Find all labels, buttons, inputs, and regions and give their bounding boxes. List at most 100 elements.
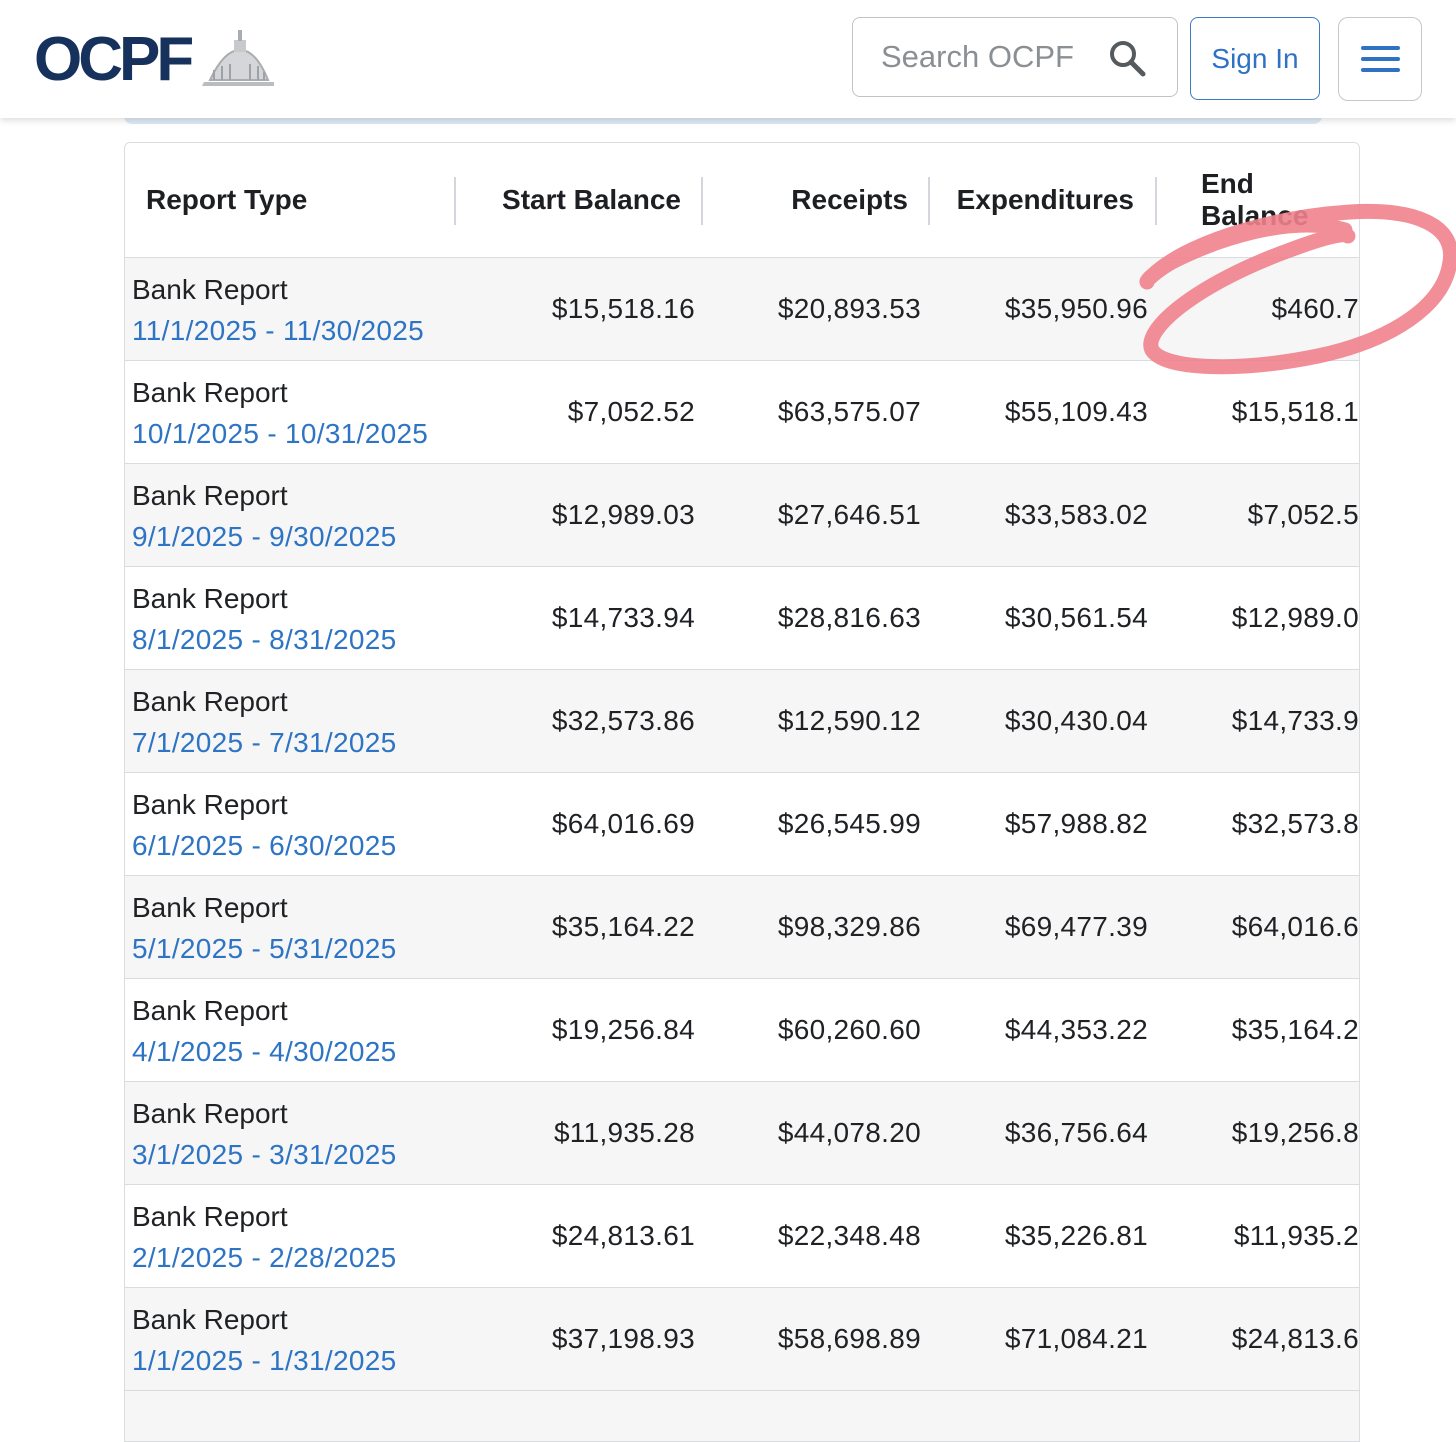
end-balance-cell: $14,733.9 — [1231, 705, 1359, 736]
search-box[interactable] — [852, 17, 1178, 97]
report-period-link[interactable]: 3/1/2025 - 3/31/2025 — [132, 1134, 396, 1175]
end-balance-cell: $12,989.0 — [1231, 602, 1359, 633]
receipts-cell: $44,078.20 — [777, 1117, 921, 1148]
report-type-label: Bank Report — [132, 789, 288, 820]
bank-reports-table: Report Type Start Balance Receipts Expen… — [124, 142, 1360, 1442]
start-balance-cell: $64,016.69 — [551, 808, 695, 839]
expenditures-cell: $57,988.82 — [1004, 808, 1148, 839]
report-type-cell: Bank Report 5/1/2025 - 5/31/2025 — [132, 887, 396, 969]
table-row: Bank Report 11/1/2025 - 11/30/2025 $15,518… — [125, 258, 1359, 361]
column-header-end-balance[interactable]: End Balance — [1201, 143, 1359, 256]
end-balance-cell: $7,052.5 — [1247, 499, 1359, 530]
sign-in-button[interactable]: Sign In — [1190, 17, 1320, 100]
report-type-label: Bank Report — [132, 1098, 288, 1129]
report-period-link[interactable]: 8/1/2025 - 8/31/2025 — [132, 619, 396, 660]
start-balance-cell: $7,052.52 — [567, 396, 695, 427]
report-type-cell: Bank Report 7/1/2025 - 7/31/2025 — [132, 681, 396, 763]
start-balance-cell: $12,989.03 — [551, 499, 695, 530]
column-divider — [928, 177, 930, 225]
table-row: Bank Report 1/1/2025 - 1/31/2025 $37,198.9… — [125, 1288, 1359, 1391]
expenditures-cell: $55,109.43 — [1004, 396, 1148, 427]
report-period-link[interactable]: 5/1/2025 - 5/31/2025 — [132, 928, 396, 969]
receipts-cell: $28,816.63 — [777, 602, 921, 633]
report-type-cell: Bank Report 2/1/2025 - 2/28/2025 — [132, 1196, 396, 1278]
start-balance-cell: $19,256.84 — [551, 1014, 695, 1045]
expenditures-cell: $35,950.96 — [1004, 293, 1148, 324]
end-balance-cell: $15,518.1 — [1231, 396, 1359, 427]
report-type-label: Bank Report — [132, 480, 288, 511]
start-balance-cell: $11,935.28 — [553, 1117, 695, 1148]
report-type-label: Bank Report — [132, 995, 288, 1026]
report-period-link[interactable]: 10/1/2025 - 10/31/2025 — [132, 413, 428, 454]
column-divider — [701, 177, 703, 225]
end-balance-cell: $64,016.6 — [1231, 911, 1359, 942]
report-type-cell: Bank Report 9/1/2025 - 9/30/2025 — [132, 475, 396, 557]
start-balance-cell: $32,573.86 — [551, 705, 695, 736]
expenditures-cell: $36,756.64 — [1004, 1117, 1148, 1148]
table-row: Bank Report 3/1/2025 - 3/31/2025 $11,935.2… — [125, 1082, 1359, 1185]
expenditures-cell: $30,430.04 — [1004, 705, 1148, 736]
end-balance-cell: $19,256.8 — [1231, 1117, 1359, 1148]
start-balance-cell: $37,198.93 — [551, 1323, 695, 1354]
logo-text: OCPF — [34, 25, 194, 94]
table-row: Bank Report 6/1/2025 - 6/30/2025 $64,016.6… — [125, 773, 1359, 876]
end-balance-cell: $24,813.6 — [1231, 1323, 1359, 1354]
report-type-label: Bank Report — [132, 1304, 288, 1335]
report-type-cell: Bank Report 11/1/2025 - 11/30/2025 — [132, 269, 424, 351]
table-header: Report Type Start Balance Receipts Expen… — [125, 143, 1359, 258]
column-header-receipts[interactable]: Receipts — [791, 143, 908, 256]
column-header-report-type[interactable]: Report Type — [146, 143, 307, 256]
end-balance-cell: $11,935.2 — [1233, 1220, 1359, 1251]
site-header: OCPF Sign In — [0, 0, 1456, 118]
hamburger-menu-button[interactable] — [1338, 17, 1422, 101]
expenditures-cell: $69,477.39 — [1004, 911, 1148, 942]
report-type-cell: Bank Report 3/1/2025 - 3/31/2025 — [132, 1093, 396, 1175]
receipts-cell: $26,545.99 — [777, 808, 921, 839]
receipts-cell: $60,260.60 — [777, 1014, 921, 1045]
report-type-label: Bank Report — [132, 686, 288, 717]
report-period-link[interactable]: 7/1/2025 - 7/31/2025 — [132, 722, 396, 763]
table-row: Bank Report 5/1/2025 - 5/31/2025 $35,164.2… — [125, 876, 1359, 979]
search-icon[interactable] — [1107, 38, 1147, 78]
expenditures-cell: $44,353.22 — [1004, 1014, 1148, 1045]
table-row: Bank Report 4/1/2025 - 4/30/2025 $19,256.8… — [125, 979, 1359, 1082]
ocpf-logo[interactable]: OCPF — [34, 25, 274, 94]
receipts-cell: $98,329.86 — [777, 911, 921, 942]
search-input[interactable] — [879, 36, 1093, 78]
column-header-expenditures[interactable]: Expenditures — [957, 143, 1134, 256]
report-period-link[interactable]: 4/1/2025 - 4/30/2025 — [132, 1031, 396, 1072]
expenditures-cell: $30,561.54 — [1004, 602, 1148, 633]
table-row: Bank Report 8/1/2025 - 8/31/2025 $14,733.9… — [125, 567, 1359, 670]
report-type-label: Bank Report — [132, 892, 288, 923]
report-period-link[interactable]: 9/1/2025 - 9/30/2025 — [132, 516, 396, 557]
report-period-link[interactable]: 6/1/2025 - 6/30/2025 — [132, 825, 396, 866]
start-balance-cell: $35,164.22 — [551, 911, 695, 942]
report-type-cell: Bank Report 1/1/2025 - 1/31/2025 — [132, 1299, 396, 1381]
end-balance-cell: $460.7 — [1271, 293, 1359, 324]
table-row: Bank Report 2/1/2025 - 2/28/2025 $24,813.6… — [125, 1185, 1359, 1288]
column-divider — [454, 177, 456, 225]
report-type-label: Bank Report — [132, 583, 288, 614]
report-type-cell: Bank Report 8/1/2025 - 8/31/2025 — [132, 578, 396, 660]
receipts-cell: $20,893.53 — [777, 293, 921, 324]
capitol-dome-icon — [202, 30, 274, 86]
report-period-link[interactable]: 1/1/2025 - 1/31/2025 — [132, 1340, 396, 1381]
report-type-cell: Bank Report 6/1/2025 - 6/30/2025 — [132, 784, 396, 866]
table-row: Bank Report 10/1/2025 - 10/31/2025 $7,052.… — [125, 361, 1359, 464]
column-header-start-balance[interactable]: Start Balance — [502, 143, 681, 256]
column-divider — [1155, 177, 1157, 225]
report-period-link[interactable]: 11/1/2025 - 11/30/2025 — [132, 310, 424, 351]
report-type-cell: Bank Report 4/1/2025 - 4/30/2025 — [132, 990, 396, 1072]
expenditures-cell: $35,226.81 — [1004, 1220, 1148, 1251]
receipts-cell: $27,646.51 — [777, 499, 921, 530]
table-row: Bank Report 7/1/2025 - 7/31/2025 $32,573.8… — [125, 670, 1359, 773]
report-type-label: Bank Report — [132, 1201, 288, 1232]
report-period-link[interactable]: 2/1/2025 - 2/28/2025 — [132, 1237, 396, 1278]
receipts-cell: $63,575.07 — [777, 396, 921, 427]
start-balance-cell: $14,733.94 — [551, 602, 695, 633]
end-balance-cell: $35,164.2 — [1231, 1014, 1359, 1045]
report-type-label: Bank Report — [132, 274, 288, 305]
report-type-cell: Bank Report 10/1/2025 - 10/31/2025 — [132, 372, 428, 454]
end-balance-cell: $32,573.8 — [1231, 808, 1359, 839]
table-row: Bank Report 9/1/2025 - 9/30/2025 $12,989.0… — [125, 464, 1359, 567]
